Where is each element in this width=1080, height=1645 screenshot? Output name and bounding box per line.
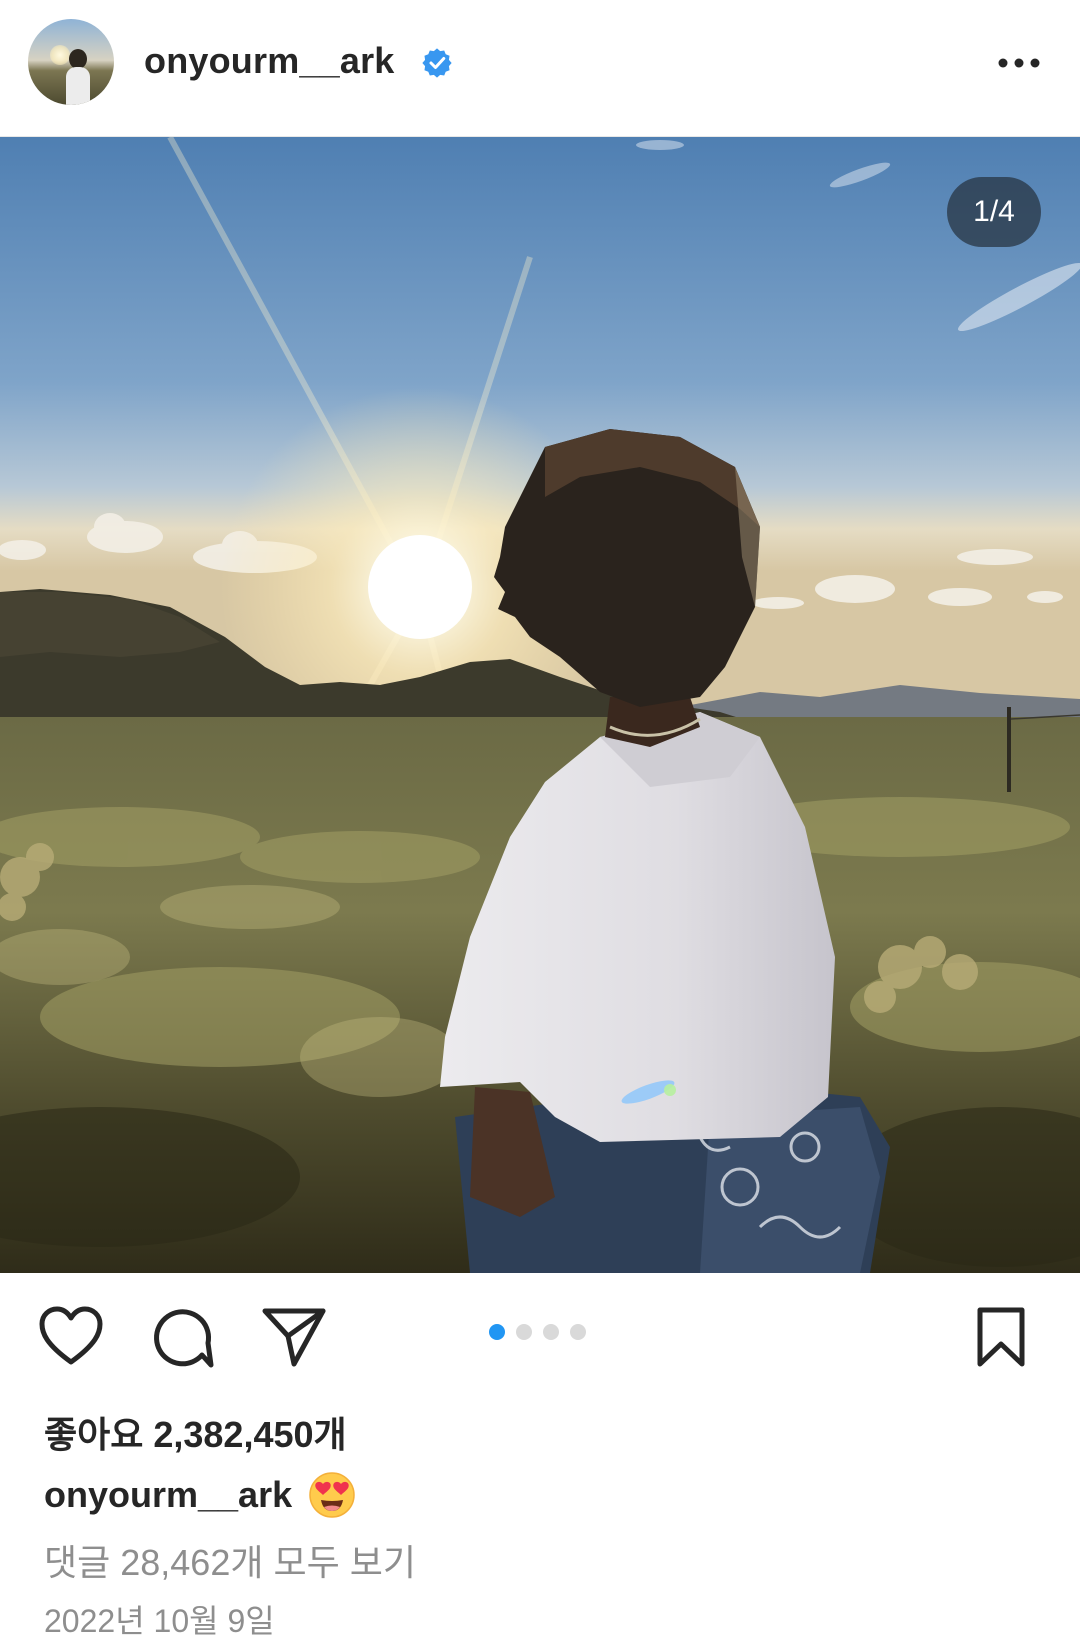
post-header: onyourm__ark	[0, 0, 1080, 137]
carousel-dot	[489, 1324, 505, 1340]
carousel-dot	[543, 1324, 559, 1340]
carousel-counter: 1/4	[947, 177, 1041, 247]
caption: onyourm__ark	[44, 1470, 356, 1520]
carousel-dot	[516, 1324, 532, 1340]
header-username[interactable]: onyourm__ark	[144, 40, 395, 82]
bookmark-icon[interactable]	[974, 1306, 1028, 1368]
post-date: 2022년 10월 9일	[44, 1603, 275, 1639]
verified-badge-icon	[422, 48, 452, 78]
post-photo[interactable]	[0, 137, 1080, 1273]
comment-icon[interactable]	[152, 1307, 214, 1369]
avatar[interactable]	[28, 19, 114, 105]
heart-eyes-emoji-icon	[309, 1472, 355, 1518]
avatar-sun	[50, 45, 70, 65]
avatar-head	[69, 49, 87, 69]
more-options-icon[interactable]	[996, 49, 1042, 77]
caption-username[interactable]: onyourm__ark	[44, 1474, 292, 1516]
heart-icon[interactable]	[38, 1306, 104, 1368]
carousel-dot	[570, 1324, 586, 1340]
likes-count[interactable]: 좋아요 2,382,450개	[44, 1406, 347, 1458]
send-icon[interactable]	[261, 1306, 327, 1368]
photo-scene	[0, 137, 1080, 1273]
avatar-body	[66, 67, 90, 105]
view-all-comments-link[interactable]: 댓글 28,462개 모두 보기	[44, 1534, 416, 1586]
